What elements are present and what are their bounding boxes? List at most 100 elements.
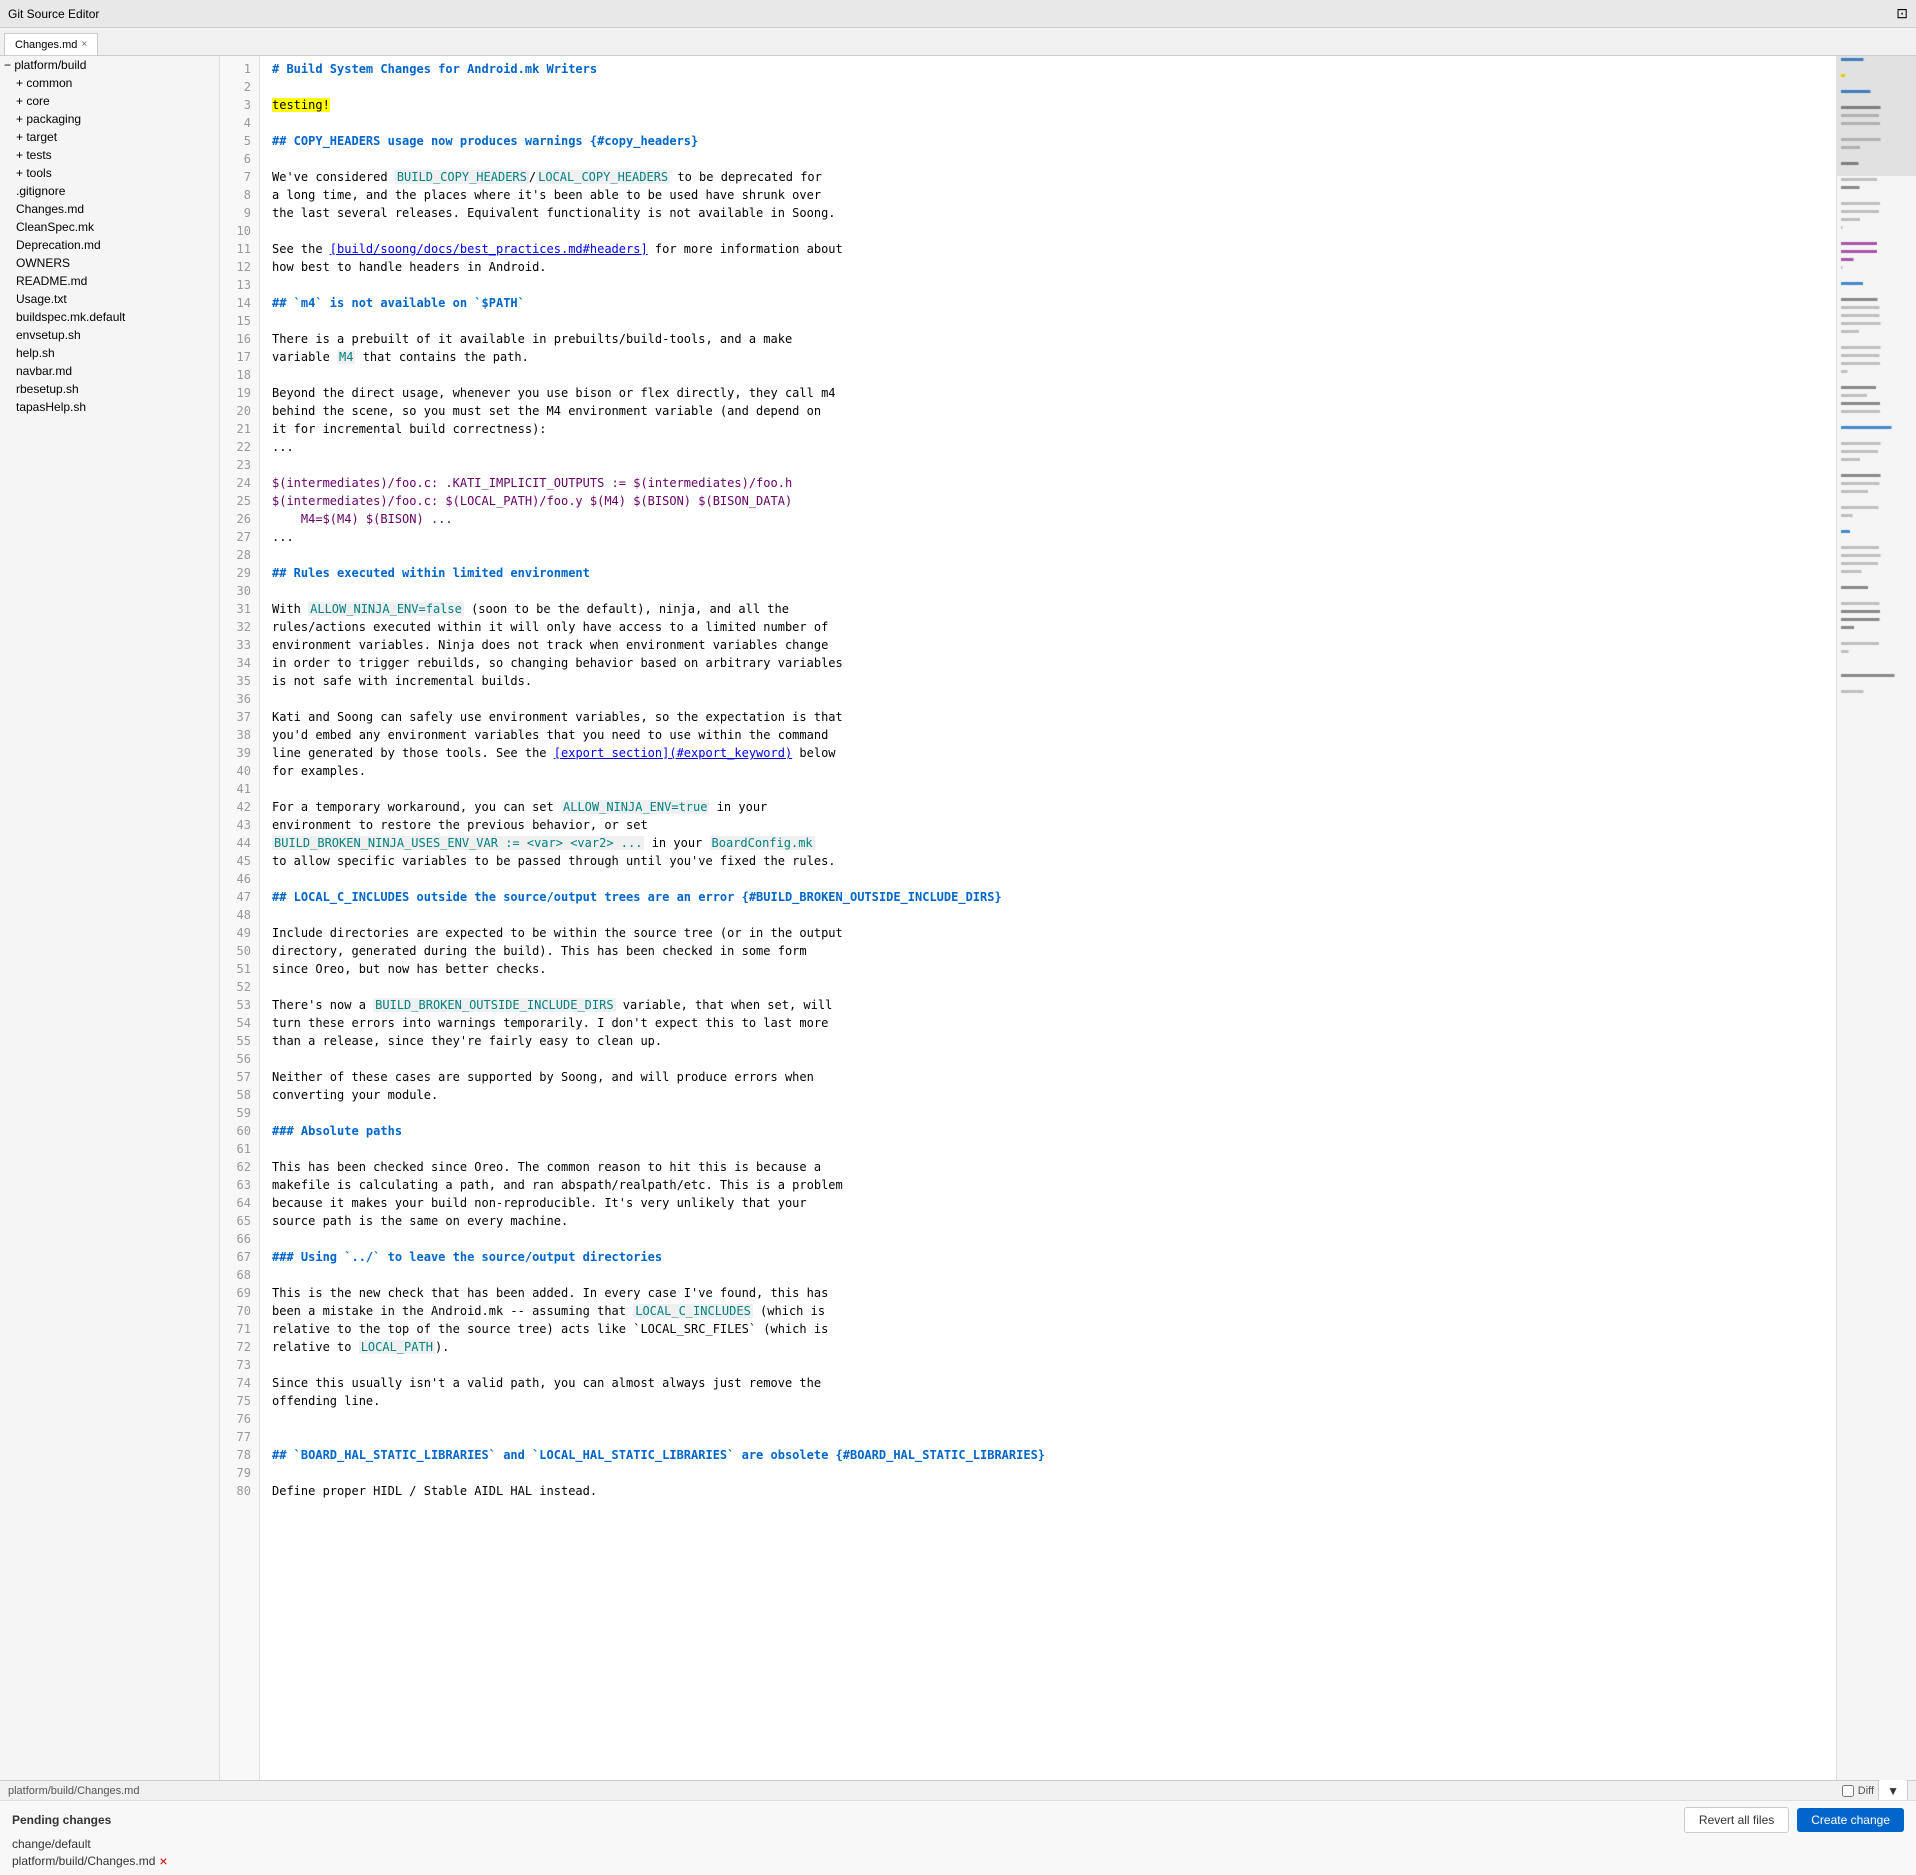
diff-controls: Diff ▼ <box>1842 1779 1908 1803</box>
sidebar-item-platform-build[interactable]: − platform/build <box>0 56 219 74</box>
code-line-53: There's now a BUILD_BROKEN_OUTSIDE_INCLU… <box>272 996 1824 1014</box>
line-number-15: 15 <box>228 312 251 330</box>
code-line-49: Include directories are expected to be w… <box>272 924 1824 942</box>
line-number-4: 4 <box>228 114 251 132</box>
line-number-16: 16 <box>228 330 251 348</box>
sidebar-item-usage-txt[interactable]: Usage.txt <box>0 290 219 308</box>
line-number-5: 5 <box>228 132 251 150</box>
title-bar-icon[interactable]: ⊡ <box>1896 5 1908 22</box>
code-line-70: been a mistake in the Android.mk -- assu… <box>272 1302 1824 1320</box>
sidebar-item-buildspec-mk-default[interactable]: buildspec.mk.default <box>0 308 219 326</box>
line-number-29: 29 <box>228 564 251 582</box>
sidebar-item-core[interactable]: + core <box>0 92 219 110</box>
code-line-80: Define proper HIDL / Stable AIDL HAL ins… <box>272 1482 1824 1500</box>
sidebar-item-tests[interactable]: + tests <box>0 146 219 164</box>
code-line-43: environment to restore the previous beha… <box>272 816 1824 834</box>
sidebar-item-tools[interactable]: + tools <box>0 164 219 182</box>
line-number-51: 51 <box>228 960 251 978</box>
sidebar-item-rbesetup-sh[interactable]: rbesetup.sh <box>0 380 219 398</box>
sidebar-item-cleanspec-mk[interactable]: CleanSpec.mk <box>0 218 219 236</box>
code-line-35: is not safe with incremental builds. <box>272 672 1824 690</box>
sidebar-item-common[interactable]: + common <box>0 74 219 92</box>
pending-changes-bar: Pending changes Revert all files Create … <box>12 1807 1904 1833</box>
code-line-76 <box>272 1410 1824 1428</box>
tab-close-icon[interactable]: × <box>81 39 87 50</box>
diff-dropdown-btn[interactable]: ▼ <box>1878 1779 1908 1803</box>
line-number-50: 50 <box>228 942 251 960</box>
sidebar-item-packaging[interactable]: + packaging <box>0 110 219 128</box>
code-line-67: ### Using `../` to leave the source/outp… <box>272 1248 1824 1266</box>
code-line-56 <box>272 1050 1824 1068</box>
code-line-79 <box>272 1464 1824 1482</box>
code-content[interactable]: # Build System Changes for Android.mk Wr… <box>260 56 1836 1780</box>
code-line-8: a long time, and the places where it's b… <box>272 186 1824 204</box>
code-line-54: turn these errors into warnings temporar… <box>272 1014 1824 1032</box>
title-bar: Git Source Editor ⊡ <box>0 0 1916 28</box>
line-number-37: 37 <box>228 708 251 726</box>
change-info: change/default platform/build/Changes.md… <box>12 1837 1904 1869</box>
line-number-23: 23 <box>228 456 251 474</box>
line-number-31: 31 <box>228 600 251 618</box>
code-line-42: For a temporary workaround, you can set … <box>272 798 1824 816</box>
code-line-23 <box>272 456 1824 474</box>
code-line-64: because it makes your build non-reproduc… <box>272 1194 1824 1212</box>
line-number-60: 60 <box>228 1122 251 1140</box>
line-number-25: 25 <box>228 492 251 510</box>
sidebar-item-target[interactable]: + target <box>0 128 219 146</box>
sidebar-item-tapashelp-sh[interactable]: tapasHelp.sh <box>0 398 219 416</box>
sidebar-item-deprecation-md[interactable]: Deprecation.md <box>0 236 219 254</box>
line-number-72: 72 <box>228 1338 251 1356</box>
line-number-13: 13 <box>228 276 251 294</box>
sidebar-item-navbar-md[interactable]: navbar.md <box>0 362 219 380</box>
line-number-28: 28 <box>228 546 251 564</box>
line-number-38: 38 <box>228 726 251 744</box>
line-number-62: 62 <box>228 1158 251 1176</box>
code-line-9: the last several releases. Equivalent fu… <box>272 204 1824 222</box>
sidebar-item-changes-md[interactable]: Changes.md <box>0 200 219 218</box>
pending-changes-label: Pending changes <box>12 1813 111 1827</box>
line-number-56: 56 <box>228 1050 251 1068</box>
sidebar-item-owners[interactable]: OWNERS <box>0 254 219 272</box>
line-number-57: 57 <box>228 1068 251 1086</box>
line-number-22: 22 <box>228 438 251 456</box>
code-line-74: Since this usually isn't a valid path, y… <box>272 1374 1824 1392</box>
code-line-10 <box>272 222 1824 240</box>
change-file-close-icon[interactable]: × <box>159 1853 167 1869</box>
line-number-79: 79 <box>228 1464 251 1482</box>
sidebar-item-readme-md[interactable]: README.md <box>0 272 219 290</box>
line-number-45: 45 <box>228 852 251 870</box>
line-number-65: 65 <box>228 1212 251 1230</box>
diff-checkbox[interactable] <box>1842 1785 1854 1797</box>
sidebar-item--gitignore[interactable]: .gitignore <box>0 182 219 200</box>
code-line-65: source path is the same on every machine… <box>272 1212 1824 1230</box>
line-number-26: 26 <box>228 510 251 528</box>
code-line-55: than a release, since they're fairly eas… <box>272 1032 1824 1050</box>
code-line-33: environment variables. Ninja does not tr… <box>272 636 1824 654</box>
tab-changes-md[interactable]: Changes.md × <box>4 33 98 55</box>
code-line-30 <box>272 582 1824 600</box>
sidebar-item-help-sh[interactable]: help.sh <box>0 344 219 362</box>
line-number-49: 49 <box>228 924 251 942</box>
actions-bar: Revert all files Create change <box>1684 1807 1904 1833</box>
code-line-5: ## COPY_HEADERS usage now produces warni… <box>272 132 1824 150</box>
code-line-11: See the [build/soong/docs/best_practices… <box>272 240 1824 258</box>
code-line-31: With ALLOW_NINJA_ENV=false (soon to be t… <box>272 600 1824 618</box>
code-line-4 <box>272 114 1824 132</box>
line-number-59: 59 <box>228 1104 251 1122</box>
code-line-2 <box>272 78 1824 96</box>
line-number-34: 34 <box>228 654 251 672</box>
code-line-6 <box>272 150 1824 168</box>
code-line-52 <box>272 978 1824 996</box>
sidebar-item-envsetup-sh[interactable]: envsetup.sh <box>0 326 219 344</box>
change-file-row: platform/build/Changes.md × <box>12 1853 1904 1869</box>
line-number-55: 55 <box>228 1032 251 1050</box>
line-number-44: 44 <box>228 834 251 852</box>
create-change-button[interactable]: Create change <box>1797 1808 1904 1832</box>
line-number-78: 78 <box>228 1446 251 1464</box>
code-line-40: for examples. <box>272 762 1824 780</box>
code-view[interactable]: 1234567891011121314151617181920212223242… <box>220 56 1836 1780</box>
code-line-36 <box>272 690 1824 708</box>
sidebar: − platform/build+ common+ core+ packagin… <box>0 56 220 1780</box>
revert-all-button[interactable]: Revert all files <box>1684 1807 1789 1833</box>
code-line-7: We've considered BUILD_COPY_HEADERS/LOCA… <box>272 168 1824 186</box>
